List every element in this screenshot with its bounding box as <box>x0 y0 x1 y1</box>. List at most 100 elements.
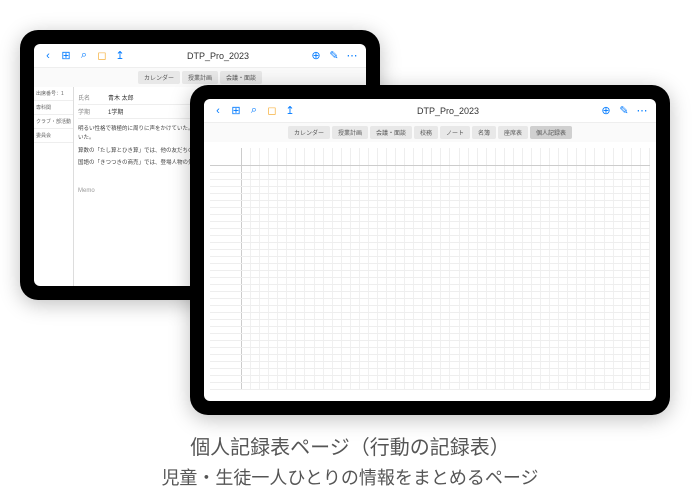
grid-cell[interactable] <box>605 341 614 347</box>
grid-cell[interactable] <box>623 187 632 193</box>
grid-cell[interactable] <box>577 222 586 228</box>
grid-cell[interactable] <box>378 376 387 382</box>
grid-cell[interactable] <box>586 243 595 249</box>
grid-cell[interactable] <box>251 327 260 333</box>
grid-cell[interactable] <box>478 334 487 340</box>
grid-cell[interactable] <box>251 166 260 172</box>
search-icon[interactable]: ⌕ <box>78 50 90 62</box>
grid-cell[interactable] <box>287 278 296 284</box>
grid-cell[interactable] <box>242 236 251 242</box>
grid-cell[interactable] <box>469 355 478 361</box>
grid-cell[interactable] <box>641 369 650 375</box>
grid-cell[interactable] <box>260 243 269 249</box>
grid-cell[interactable] <box>505 334 514 340</box>
grid-cell[interactable] <box>532 229 541 235</box>
grid-cell[interactable] <box>251 264 260 270</box>
grid-cell[interactable] <box>460 194 469 200</box>
grid-cell[interactable] <box>532 201 541 207</box>
grid-cell[interactable] <box>269 215 278 221</box>
grid-cell[interactable] <box>369 355 378 361</box>
grid-cell[interactable] <box>333 334 342 340</box>
grid-cell[interactable] <box>269 383 278 389</box>
grid-cell[interactable] <box>532 355 541 361</box>
grid-cell[interactable] <box>550 250 559 256</box>
tab-meeting[interactable]: 会議・面談 <box>370 126 412 139</box>
grid-cell[interactable] <box>460 229 469 235</box>
grid-cell[interactable] <box>541 292 550 298</box>
grid-cell[interactable] <box>577 278 586 284</box>
bookmark-icon[interactable]: ◻ <box>266 105 278 117</box>
grid-cell[interactable] <box>460 348 469 354</box>
grid-cell[interactable] <box>441 327 450 333</box>
grid-cell[interactable] <box>532 264 541 270</box>
grid-cell[interactable] <box>405 215 414 221</box>
grid-cell[interactable] <box>296 278 305 284</box>
grid-cell[interactable] <box>487 208 496 214</box>
grid-cell[interactable] <box>605 376 614 382</box>
grid-cell[interactable] <box>469 383 478 389</box>
grid-cell[interactable] <box>559 292 568 298</box>
grid-cell[interactable] <box>333 173 342 179</box>
grid-cell[interactable] <box>324 369 333 375</box>
grid-cell[interactable] <box>605 369 614 375</box>
grid-cell[interactable] <box>269 236 278 242</box>
grid-cell[interactable] <box>414 376 423 382</box>
grid-cell[interactable] <box>324 355 333 361</box>
grid-cell[interactable] <box>278 250 287 256</box>
grid-cell[interactable] <box>269 334 278 340</box>
grid-cell[interactable] <box>324 334 333 340</box>
grid-cell[interactable] <box>614 313 623 319</box>
grid-cell[interactable] <box>396 292 405 298</box>
grid-cell[interactable] <box>251 313 260 319</box>
grid-cell[interactable] <box>296 257 305 263</box>
grid-cell[interactable] <box>423 201 432 207</box>
grid-cell[interactable] <box>369 215 378 221</box>
grid-cell[interactable] <box>423 278 432 284</box>
grid-cell[interactable] <box>369 334 378 340</box>
grid-cell[interactable] <box>423 215 432 221</box>
grid-cell[interactable] <box>532 334 541 340</box>
grid-cell[interactable] <box>577 236 586 242</box>
grid-cell[interactable] <box>324 201 333 207</box>
grid-cell[interactable] <box>550 222 559 228</box>
grid-cell[interactable] <box>351 348 360 354</box>
grid-cell[interactable] <box>469 194 478 200</box>
grid-cell[interactable] <box>523 306 532 312</box>
grid-cell[interactable] <box>460 299 469 305</box>
grid-cell[interactable] <box>396 215 405 221</box>
grid-cell[interactable] <box>523 383 532 389</box>
grid-cell[interactable] <box>514 250 523 256</box>
grid-cell[interactable] <box>487 194 496 200</box>
grid-cell[interactable] <box>532 362 541 368</box>
grid-cell[interactable] <box>577 313 586 319</box>
grid-cell[interactable] <box>586 264 595 270</box>
grid-cell[interactable] <box>577 229 586 235</box>
grid-cell[interactable] <box>568 229 577 235</box>
grid-cell[interactable] <box>414 362 423 368</box>
grid-cell[interactable] <box>360 369 369 375</box>
grid-cell[interactable] <box>305 180 314 186</box>
grid-cell[interactable] <box>641 355 650 361</box>
grid-cell[interactable] <box>387 257 396 263</box>
grid-cell[interactable] <box>351 215 360 221</box>
grid-cell[interactable] <box>414 334 423 340</box>
grid-cell[interactable] <box>315 355 324 361</box>
grid-cell[interactable] <box>541 173 550 179</box>
grid-cell[interactable] <box>333 341 342 347</box>
grid-cell[interactable] <box>478 243 487 249</box>
grid-cell[interactable] <box>605 187 614 193</box>
grid-cell[interactable] <box>605 173 614 179</box>
grid-cell[interactable] <box>378 278 387 284</box>
grid-cell[interactable] <box>324 250 333 256</box>
grid-cell[interactable] <box>469 348 478 354</box>
grid-cell[interactable] <box>287 376 296 382</box>
grid-cell[interactable] <box>242 187 251 193</box>
grid-cell[interactable] <box>432 278 441 284</box>
grid-cell[interactable] <box>405 306 414 312</box>
grid-cell[interactable] <box>414 173 423 179</box>
grid-cell[interactable] <box>315 369 324 375</box>
grid-cell[interactable] <box>586 180 595 186</box>
grid-cell[interactable] <box>577 348 586 354</box>
grid-cell[interactable] <box>487 285 496 291</box>
grid-cell[interactable] <box>514 313 523 319</box>
